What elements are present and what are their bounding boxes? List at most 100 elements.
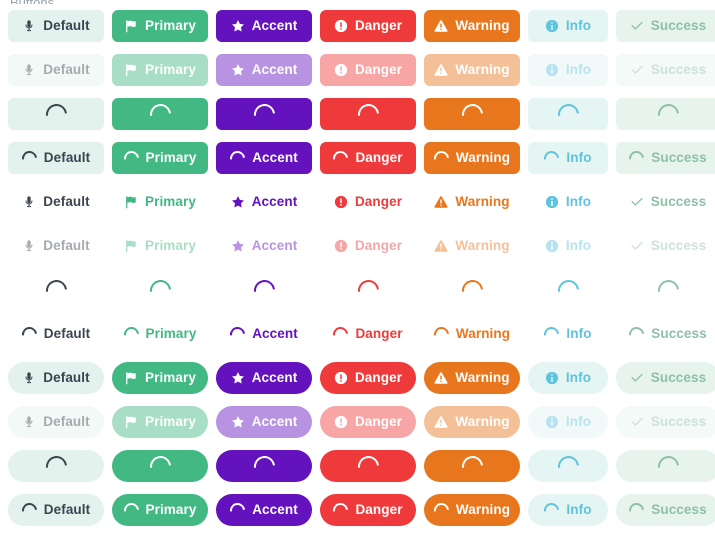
button-warning-solid[interactable]: Warning [424,10,520,42]
button-primary-text[interactable]: Primary [112,186,208,218]
info-circle-icon [545,239,559,253]
button-success-solid-loading[interactable] [616,98,715,130]
button-info-pill-loading[interactable] [528,450,608,482]
exclamation-circle-icon [334,195,348,209]
loading-spinner-icon [626,323,648,345]
button-label: Success [650,414,707,430]
button-default-text-disabled: Default [8,230,104,262]
button-info-pill-loading-label[interactable]: Info [528,494,608,526]
button-accent-solid-loading-label[interactable]: Accent [216,142,312,174]
button-danger-text[interactable]: Danger [320,186,416,218]
button-success-pill-loading[interactable] [616,450,715,482]
button-warning-solid-loading-label[interactable]: Warning [424,142,520,174]
button-info-text-disabled: Info [528,230,608,262]
solid-buttons-section: Default Primary Accent Danger Warning In… [8,4,715,180]
button-danger-pill-loading[interactable] [320,450,416,482]
button-info-solid-loading[interactable] [528,98,608,130]
button-label: Info [565,62,592,78]
button-default-solid[interactable]: Default [8,10,104,42]
loading-spinner-icon [41,275,71,305]
button-default-pill-loading-label[interactable]: Default [8,494,104,526]
check-icon [630,239,644,253]
button-default-solid-loading[interactable] [8,98,104,130]
button-accent-text-loading[interactable] [216,274,312,306]
button-danger-pill-loading-label[interactable]: Danger [320,494,416,526]
button-label: Default [43,326,91,342]
button-label: Accent [251,18,298,34]
button-label: Default [43,18,90,34]
button-primary-solid-loading[interactable] [112,98,208,130]
button-accent-solid-loading[interactable] [216,98,312,130]
button-primary-solid-loading-label[interactable]: Primary [112,142,208,174]
button-label: Info [565,370,592,386]
button-default-text-loading-label[interactable]: Default [8,318,104,350]
button-default-text-loading[interactable] [8,274,104,306]
button-danger-solid-disabled: Danger [320,54,416,86]
button-default-text[interactable]: Default [8,186,104,218]
button-accent-text[interactable]: Accent [216,186,312,218]
button-success-text-loading-label[interactable]: Success [616,318,715,350]
button-success-text[interactable]: Success [616,186,715,218]
button-info-text[interactable]: Info [528,186,608,218]
button-label: Danger [355,150,403,166]
button-primary-pill[interactable]: Primary [112,362,208,394]
button-label: Warning [455,414,510,430]
loading-spinner-icon [18,499,40,521]
button-success-solid-loading-label[interactable]: Success [616,142,715,174]
button-label: Default [43,62,90,78]
button-warning-text[interactable]: Warning [424,186,520,218]
button-warning-text-loading[interactable] [424,274,520,306]
button-danger-text-loading-label[interactable]: Danger [320,318,416,350]
button-primary-text-loading[interactable] [112,274,208,306]
loading-spinner-icon [457,275,487,305]
button-primary-text-loading-label[interactable]: Primary [112,318,208,350]
button-warning-text-loading-label[interactable]: Warning [424,318,520,350]
loading-spinner-icon [249,451,279,481]
pill-normal-row: Default Primary Accent Danger Warning In… [8,356,715,400]
button-accent-pill[interactable]: Accent [216,362,312,394]
button-default-solid-loading-label[interactable]: Default [8,142,104,174]
button-accent-pill-loading[interactable] [216,450,312,482]
button-info-solid[interactable]: Info [528,10,608,42]
button-danger-solid-loading-label[interactable]: Danger [320,142,416,174]
button-danger-pill[interactable]: Danger [320,362,416,394]
text-loading-label-row: Default Primary Accent Danger Warning In… [8,312,707,356]
button-label: Success [650,18,707,34]
button-label: Info [566,326,592,342]
button-success-pill[interactable]: Success [616,362,715,394]
check-icon [630,195,644,209]
button-primary-pill-loading[interactable] [112,450,208,482]
button-info-text-loading-label[interactable]: Info [528,318,608,350]
button-danger-solid[interactable]: Danger [320,10,416,42]
button-info-solid-loading-label[interactable]: Info [528,142,608,174]
button-accent-solid[interactable]: Accent [216,10,312,42]
button-primary-solid[interactable]: Primary [112,10,208,42]
button-warning-pill-loading[interactable] [424,450,520,482]
button-danger-text-loading[interactable] [320,274,416,306]
button-success-pill-loading-label[interactable]: Success [616,494,715,526]
button-info-pill[interactable]: Info [528,362,608,394]
loading-spinner-icon [41,451,71,481]
text-loading-row [8,268,707,312]
loading-spinner-icon [120,147,142,169]
button-warning-pill-loading-label[interactable]: Warning [424,494,520,526]
loading-spinner-icon [430,147,452,169]
button-success-solid[interactable]: Success [616,10,715,42]
button-default-pill-loading[interactable] [8,450,104,482]
button-success-text-loading[interactable] [616,274,715,306]
button-primary-pill-loading-label[interactable]: Primary [112,494,208,526]
loading-spinner-icon [145,99,175,129]
button-warning-solid-loading[interactable] [424,98,520,130]
button-accent-pill-loading-label[interactable]: Accent [216,494,312,526]
button-default-pill[interactable]: Default [8,362,104,394]
button-label: Primary [145,194,196,210]
button-warning-pill[interactable]: Warning [424,362,520,394]
button-danger-solid-loading[interactable] [320,98,416,130]
button-label: Default [43,502,91,518]
button-label: Success [650,370,707,386]
loading-spinner-icon [353,99,383,129]
exclamation-circle-icon [334,19,348,33]
button-info-text-loading[interactable] [528,274,608,306]
star-icon [231,371,245,385]
button-accent-text-loading-label[interactable]: Accent [216,318,312,350]
